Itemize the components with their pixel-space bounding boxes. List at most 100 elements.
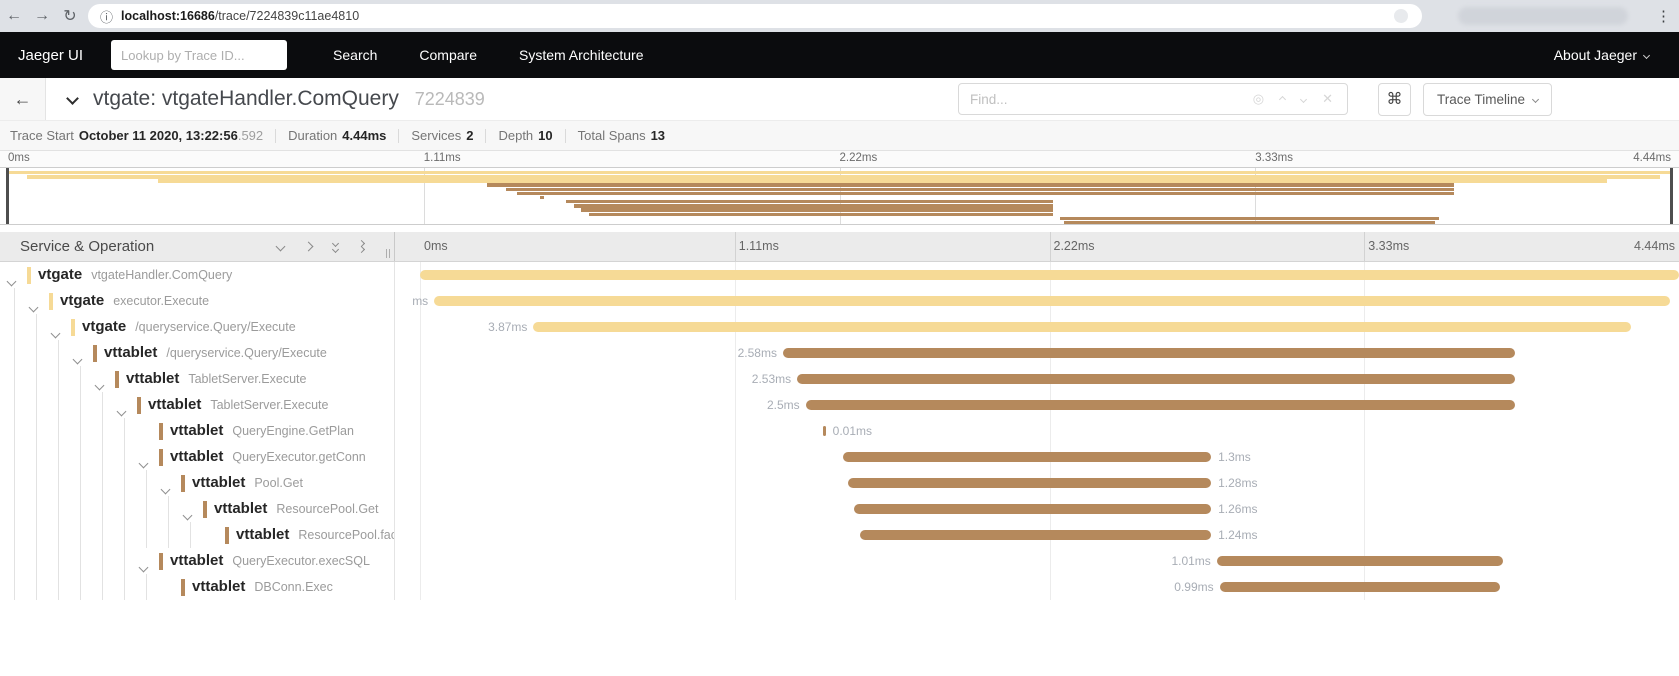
back-button[interactable]: ←	[0, 78, 46, 120]
collapse-all-icon[interactable]	[333, 241, 338, 252]
tick-gridline	[1364, 232, 1365, 261]
column-resize-grip[interactable]	[386, 249, 390, 258]
clear-find-icon[interactable]: ✕	[1322, 91, 1333, 107]
app-brand[interactable]: Jaeger UI	[18, 47, 83, 64]
browser-menu-icon[interactable]: ⋮	[1656, 0, 1671, 32]
divider	[398, 129, 399, 143]
expand-one-icon[interactable]	[305, 243, 312, 250]
nav-item[interactable]: Search	[333, 47, 377, 63]
span-timeline-cell[interactable]: 3.87ms	[395, 314, 1679, 340]
span-timeline-cell[interactable]	[395, 262, 1679, 288]
browser-forward-icon[interactable]: →	[28, 7, 56, 25]
span-timeline-cell[interactable]: 1.28ms	[395, 470, 1679, 496]
span-name-cell[interactable]: vttabletTabletServer.Execute	[0, 392, 395, 418]
collapse-chevron-icon[interactable]	[140, 558, 147, 574]
span-bar[interactable]	[860, 530, 1212, 540]
minimap-span-bar	[1060, 217, 1438, 220]
span-name-cell[interactable]: vttabletQueryExecutor.getConn	[0, 444, 395, 470]
nav-item[interactable]: System Architecture	[519, 47, 644, 63]
span-timeline-cell[interactable]: 1.26ms	[395, 496, 1679, 522]
find-controls: ◎ ✕	[1239, 91, 1347, 107]
span-name-cell[interactable]: vtgate/queryservice.Query/Execute	[0, 314, 395, 340]
span-duration-label: 3.87ms	[488, 320, 527, 334]
operation-name: executor.Execute	[113, 294, 209, 308]
span-bar[interactable]	[806, 400, 1515, 410]
tree-guide-line	[80, 522, 81, 548]
collapse-chevron-icon[interactable]	[140, 454, 147, 470]
span-row: vttabletResourcePool.Get1.26ms	[0, 496, 1679, 522]
span-timeline-cell[interactable]: ms	[395, 288, 1679, 314]
span-timeline-cell[interactable]: 0.01ms	[395, 418, 1679, 444]
span-bar[interactable]	[1217, 556, 1503, 566]
summary-item: Depth10	[498, 128, 552, 143]
span-bar[interactable]	[1220, 582, 1501, 592]
span-name-cell[interactable]: vttabletPool.Get	[0, 470, 395, 496]
collapse-chevron-icon[interactable]	[52, 324, 59, 340]
span-bar[interactable]	[848, 478, 1211, 488]
tree-guide-line	[14, 444, 15, 470]
find-next-icon[interactable]	[1300, 95, 1307, 102]
tree-guide-line	[102, 444, 103, 470]
collapse-chevron-icon[interactable]	[162, 480, 169, 496]
span-timeline-cell[interactable]: 1.3ms	[395, 444, 1679, 470]
minimap-scrubber-handle[interactable]	[1670, 168, 1673, 224]
span-name-cell[interactable]: vtgatevtgateHandler.ComQuery	[0, 262, 395, 288]
target-icon[interactable]: ◎	[1253, 91, 1264, 107]
span-timeline-cell[interactable]: 1.24ms	[395, 522, 1679, 548]
span-rows: vtgatevtgateHandler.ComQueryvtgateexecut…	[0, 262, 1679, 600]
span-name-cell[interactable]: vttablet/queryservice.Query/Execute	[0, 340, 395, 366]
operation-name: vtgateHandler.ComQuery	[91, 268, 232, 282]
span-timeline-cell[interactable]: 2.53ms	[395, 366, 1679, 392]
span-bar[interactable]	[533, 322, 1630, 332]
minimap-tick: 0ms	[8, 152, 30, 164]
span-bar[interactable]	[854, 504, 1211, 514]
keyboard-shortcuts-button[interactable]: ⌘	[1378, 83, 1411, 116]
tree-guide-line	[36, 444, 37, 470]
collapse-chevron-icon[interactable]	[8, 272, 15, 288]
span-name-cell[interactable]: vttabletQueryEngine.GetPlan	[0, 418, 395, 444]
minimap-span-bar	[487, 183, 1453, 186]
span-bar[interactable]	[797, 374, 1514, 384]
collapse-chevron-icon[interactable]	[184, 506, 191, 522]
tree-guide-line	[36, 496, 37, 522]
span-timeline-cell[interactable]: 0.99ms	[395, 574, 1679, 600]
about-jaeger-menu[interactable]: About Jaeger	[1554, 47, 1649, 63]
browser-back-icon[interactable]: ←	[0, 7, 28, 25]
blurred-profile-area	[1458, 7, 1628, 25]
browser-refresh-icon[interactable]: ↻	[56, 6, 84, 26]
collapse-chevron-icon[interactable]	[96, 376, 103, 392]
collapse-trace-chevron-icon[interactable]	[68, 90, 77, 108]
collapse-one-icon[interactable]	[277, 243, 284, 250]
span-timeline-cell[interactable]: 2.58ms	[395, 340, 1679, 366]
span-timeline-cell[interactable]: 1.01ms	[395, 548, 1679, 574]
span-name-cell[interactable]: vttabletQueryExecutor.execSQL	[0, 548, 395, 574]
trace-lookup-input[interactable]	[111, 40, 287, 70]
span-bar[interactable]	[823, 426, 826, 436]
collapse-chevron-icon[interactable]	[30, 298, 37, 314]
span-bar[interactable]	[420, 270, 1679, 280]
collapse-chevron-icon[interactable]	[74, 350, 81, 366]
span-name-cell[interactable]: vttabletResourcePool.Get	[0, 496, 395, 522]
span-bar[interactable]	[783, 348, 1515, 358]
span-name-cell[interactable]: vtgateexecutor.Execute	[0, 288, 395, 314]
span-bar[interactable]	[843, 452, 1212, 462]
find-prev-icon[interactable]	[1279, 95, 1286, 102]
span-name-cell[interactable]: vttabletResourcePool.factory	[0, 522, 395, 548]
collapse-chevron-icon[interactable]	[118, 402, 125, 418]
service-name: vttabletTabletServer.Execute	[148, 396, 328, 413]
trace-view-selector[interactable]: Trace Timeline	[1423, 83, 1552, 116]
address-bar[interactable]: ⓘ localhost:16686/trace/7224839c11ae4810	[88, 4, 1422, 28]
span-duration-label: ms	[412, 294, 428, 308]
site-info-icon[interactable]: ⓘ	[100, 7, 113, 26]
expand-all-icon[interactable]	[359, 241, 364, 252]
span-timeline-cell[interactable]: 2.5ms	[395, 392, 1679, 418]
nav-item[interactable]: Compare	[419, 47, 477, 63]
minimap-canvas[interactable]	[0, 167, 1679, 225]
minimap-tick: 3.33ms	[1255, 152, 1293, 164]
span-name-cell[interactable]: vttabletDBConn.Exec	[0, 574, 395, 600]
minimap-span-bar	[589, 213, 1053, 216]
find-input[interactable]	[959, 92, 1239, 107]
span-bar[interactable]	[434, 296, 1670, 306]
span-name-cell[interactable]: vttabletTabletServer.Execute	[0, 366, 395, 392]
minimap-scrubber-handle[interactable]	[6, 168, 9, 224]
